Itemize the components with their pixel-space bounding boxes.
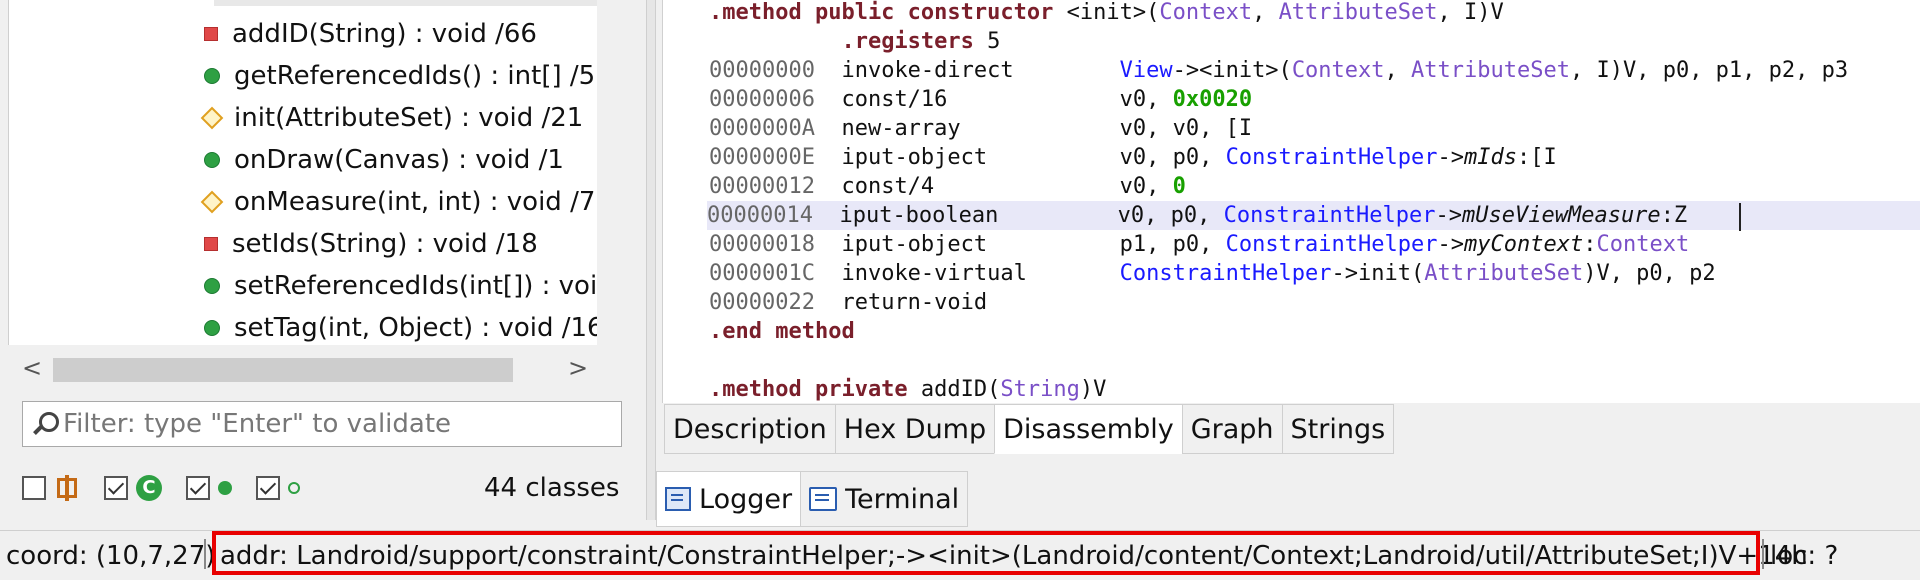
tree-row-label: addID(String) : void /66: [232, 19, 537, 49]
show-packages-checkbox[interactable]: [22, 476, 46, 500]
tree-row-label: getReferencedIds() : int[] /5: [234, 61, 596, 91]
search-icon: [31, 410, 59, 438]
method-icon: [218, 481, 232, 495]
field-icon: [288, 482, 300, 494]
code-line[interactable]: .method public constructor <init>(Contex…: [709, 0, 1504, 27]
protected-method-icon: [200, 106, 224, 130]
tree-row[interactable]: setIds(String) : void /18: [204, 224, 538, 264]
show-fields-checkbox[interactable]: [256, 476, 280, 500]
code-line[interactable]: 00000022 return-void: [709, 288, 987, 317]
package-icon: [54, 475, 80, 501]
tree-row-selected-partial[interactable]: [214, 0, 597, 6]
code-line[interactable]: .method private addID(String)V: [709, 375, 1106, 403]
code-line[interactable]: 00000006 const/16 v0, 0x0020: [709, 85, 1252, 114]
tree-row[interactable]: onMeasure(int, int) : void /7: [200, 182, 596, 222]
tab-strings[interactable]: Strings: [1281, 404, 1395, 454]
tree-row[interactable]: addID(String) : void /66: [204, 14, 537, 54]
terminal-icon: [809, 487, 838, 511]
code-line[interactable]: .end method: [709, 317, 855, 346]
code-line[interactable]: 0000000A new-array v0, v0, [I: [709, 114, 1252, 143]
tree-toolbar: C 44 classes: [22, 468, 622, 508]
view-tabs: Description Hex Dump Disassembly Graph S…: [664, 404, 1395, 454]
scroll-right-arrow-icon[interactable]: >: [568, 354, 588, 382]
private-method-icon: [204, 27, 218, 41]
console-tabs: Logger Terminal: [656, 471, 969, 527]
public-method-icon: [204, 278, 220, 294]
disassembly-view[interactable]: .method public constructor <init>(Contex…: [662, 0, 1920, 403]
code-line[interactable]: 00000018 iput-object p1, p0, ConstraintH…: [709, 230, 1689, 259]
tab-disassembly[interactable]: Disassembly: [994, 404, 1183, 454]
horizontal-scrollbar[interactable]: < >: [8, 352, 596, 388]
tree-row-label: setIds(String) : void /18: [232, 229, 538, 259]
tree-row-label: onMeasure(int, int) : void /7: [234, 187, 596, 217]
status-divider: [204, 539, 206, 569]
status-divider: [1762, 539, 1764, 569]
show-classes-checkbox[interactable]: [104, 476, 128, 500]
public-method-icon: [204, 152, 220, 168]
filter-placeholder: Filter: type "Enter" to validate: [63, 409, 452, 439]
tab-terminal[interactable]: Terminal: [800, 471, 969, 527]
class-tree-panel: addID(String) : void /66 getReferencedId…: [0, 0, 646, 520]
filter-input[interactable]: Filter: type "Enter" to validate: [22, 401, 622, 447]
tree-row[interactable]: init(AttributeSet) : void /21: [200, 98, 584, 138]
logger-icon: [665, 487, 691, 511]
protected-method-icon: [200, 190, 224, 214]
code-line[interactable]: 0000000E iput-object v0, p0, ConstraintH…: [709, 143, 1557, 172]
status-bar: coord: (10,7,27) addr: Landroid/support/…: [0, 530, 1920, 580]
tree-row-label: setReferencedIds(int[]) : void: [234, 271, 597, 301]
tree-row[interactable]: setReferencedIds(int[]) : void: [204, 266, 597, 306]
status-coord: coord: (10,7,27): [6, 541, 216, 571]
show-methods-checkbox[interactable]: [186, 476, 210, 500]
tab-description[interactable]: Description: [664, 404, 836, 454]
private-method-icon: [204, 237, 218, 251]
status-addr: addr: Landroid/support/constraint/Constr…: [220, 541, 1808, 571]
tab-logger-label: Logger: [699, 483, 793, 515]
code-line[interactable]: 00000000 invoke-direct View-><init>(Cont…: [709, 56, 1848, 85]
tab-logger[interactable]: Logger: [656, 471, 802, 527]
tab-graph[interactable]: Graph: [1181, 404, 1283, 454]
code-line[interactable]: .registers 5: [709, 27, 1000, 56]
tab-terminal-label: Terminal: [845, 483, 960, 515]
tree-row-label: init(AttributeSet) : void /21: [234, 103, 584, 133]
classes-count: 44 classes: [484, 473, 620, 503]
code-line[interactable]: 00000012 const/4 v0, 0: [709, 172, 1186, 201]
tree-row[interactable]: getReferencedIds() : int[] /5: [204, 56, 595, 96]
public-method-icon: [204, 68, 220, 84]
tree-row[interactable]: onDraw(Canvas) : void /1: [204, 140, 564, 180]
tree-row-label: setTag(int, Object) : void /16: [234, 313, 597, 343]
public-method-icon: [204, 320, 220, 336]
scroll-left-arrow-icon[interactable]: <: [22, 354, 42, 382]
scrollbar-thumb[interactable]: [53, 358, 513, 382]
tree-row[interactable]: setTag(int, Object) : void /16: [204, 308, 597, 345]
class-tree[interactable]: addID(String) : void /66 getReferencedId…: [8, 0, 597, 345]
tab-hex-dump[interactable]: Hex Dump: [834, 404, 996, 454]
tree-row-label: onDraw(Canvas) : void /1: [234, 145, 564, 175]
code-line[interactable]: 0000001C invoke-virtual ConstraintHelper…: [709, 259, 1716, 288]
text-caret: [1739, 203, 1741, 231]
status-loc: loc: ?: [1770, 541, 1839, 571]
panel-splitter[interactable]: [646, 0, 656, 520]
class-icon: C: [136, 475, 162, 501]
